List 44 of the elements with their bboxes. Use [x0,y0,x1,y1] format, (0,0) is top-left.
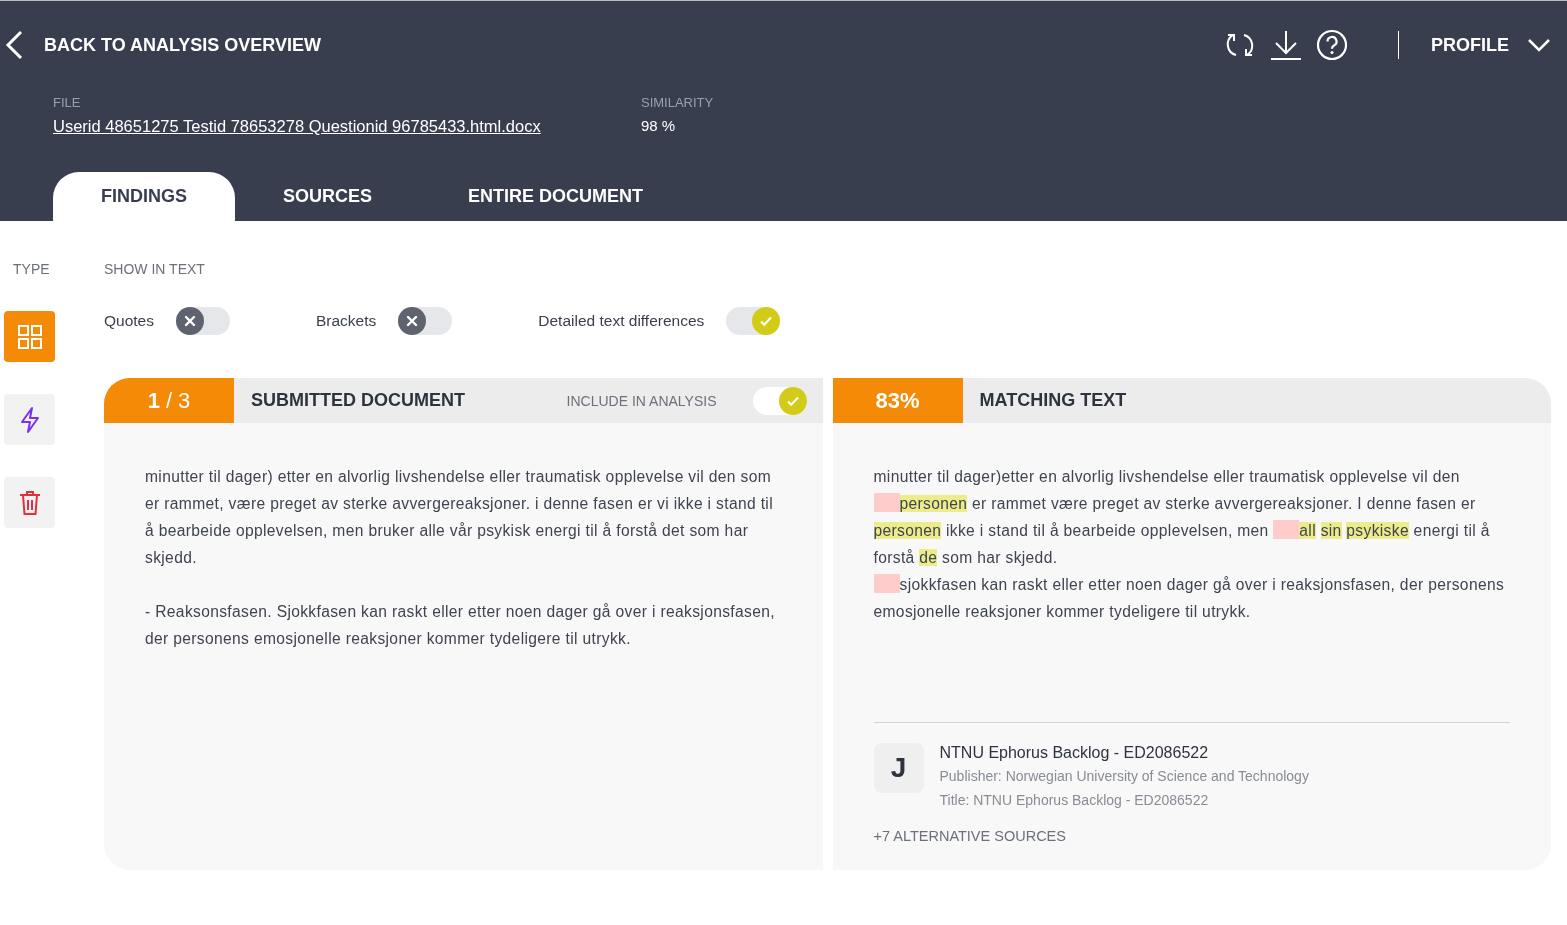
toggle-label: Brackets [316,312,377,330]
document-paragraph: minutter til dager) etter en alvorlig livshendelse eller traumatisk opplevelse vil den som er rammet, være preget av sterke avvergereaksjoner. i denne fasen er vi ikke i stand til å bearbeide opplevelsen, men bruker alle vår psykisk energi til å forstå det som har skjedd. [145,467,774,568]
toggle-switch[interactable] [398,307,453,335]
toggle-label: INCLUDE IN ANALYSIS [566,392,717,409]
section-label: TYPE [13,261,51,277]
finding-total: / 3 [165,387,191,414]
tab[interactable]: FINDINGS [53,172,235,221]
document-paragraph: - Reaksonsfasen. Sjokkfasen kan raskt eller etter noen dager gå over i reaksjonsfasen, der personens emosjonelle reaksjoner kommer tydeligere til utrykk. [145,602,776,649]
chevron-left-icon [4,30,24,60]
close-icon [184,315,196,327]
trash-icon [18,489,41,516]
panel-title: MATCHING TEXT [979,390,1127,411]
similarity-value: 98 % [641,117,677,134]
alternative-sources-link[interactable]: +7 ALTERNATIVE SOURCES [873,828,1066,844]
file-link[interactable]: Userid 48651275 Testid 78653278 Questionid 96785433.html.docx [53,117,541,135]
lightning-icon [18,405,41,434]
toggle-switch[interactable] [726,307,781,335]
section-label: SHOW IN TEXT [104,261,206,277]
field-label: SIMILARITY [641,95,714,110]
source-title: Title: NTNU Ephorus Backlog - ED2086522 [939,792,1210,808]
close-icon [406,315,419,327]
source-publisher: Publisher: Norwegian University of Science and Technology [939,768,1309,784]
tab[interactable]: SOURCES [235,172,421,221]
grid-icon [16,323,43,350]
toggle-switch[interactable] [752,386,807,415]
toggle-switch[interactable] [176,307,230,335]
source-name: NTNU Ephorus Backlog - ED2086522 [939,744,1210,762]
match-percentage: 83% [875,387,920,414]
type-filter-button[interactable] [4,477,55,528]
chevron-down-icon [1527,38,1551,52]
download-icon[interactable] [1270,29,1302,61]
toggle-label: Quotes [104,312,154,330]
toggle-label: Detailed text differences [538,312,705,330]
type-filter-button[interactable] [4,394,55,445]
panel-title: SUBMITTED DOCUMENT [251,390,465,411]
help-icon[interactable] [1316,29,1348,61]
field-label: FILE [53,95,82,110]
tab[interactable]: ENTIRE DOCUMENT [420,172,692,221]
source-avatar: J [873,743,924,793]
check-icon [759,314,774,328]
back-button[interactable]: BACK TO ANALYSIS OVERVIEW [4,30,322,60]
finding-index: 1 [147,387,160,414]
matching-paragraph: minutter til dager)etter en alvorlig livshendelse eller traumatisk opplevelse vil den personen er rammet være preget av sterke avvergereaksjoner. I denne fasen er personen ikke i stand til å bearbeide opplevelsen, men all sin psykiske energi til å forstå de som har skjedd. sjokkfasen kan raskt eller etter noen dager gå over i reaksjonsfasen, der personens emosjonelle reaksjoner kommer tydeligere til utrykk. [873,467,1506,622]
profile-menu[interactable]: PROFILE [1431,34,1551,56]
